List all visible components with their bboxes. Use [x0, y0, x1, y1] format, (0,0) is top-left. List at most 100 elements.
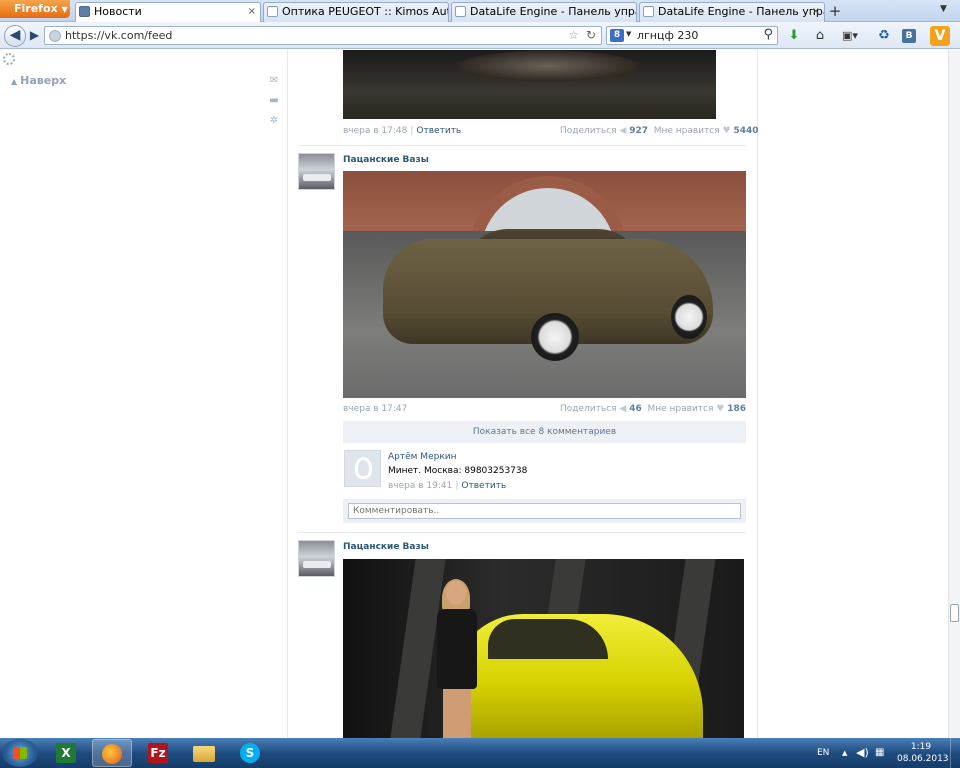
explorer-taskbar-button[interactable] [184, 739, 224, 767]
skype-icon: S [240, 743, 260, 763]
close-icon[interactable]: × [812, 3, 820, 21]
tab-dle-1[interactable]: DataLife Engine - Панель управления [451, 2, 637, 22]
firefox-menu-button[interactable]: Firefox ▼ [0, 0, 70, 18]
like-label[interactable]: Мне нравится [647, 404, 713, 414]
close-icon[interactable]: × [248, 3, 256, 21]
comment-author[interactable]: Артём Меркин [388, 452, 456, 462]
comment-time[interactable]: вчера в 19:41 [388, 481, 452, 491]
addon-v-icon[interactable]: V [930, 26, 950, 46]
firefox-icon [102, 744, 122, 764]
like-label[interactable]: Мне нравится [654, 126, 720, 136]
new-tab-button[interactable]: + [826, 3, 844, 21]
addon-icon[interactable]: ♻ [876, 28, 892, 44]
search-input[interactable]: лгнцф 230 [637, 29, 698, 42]
filezilla-taskbar-button[interactable]: Fz [138, 739, 178, 767]
clock[interactable]: 1:19 08.06.2013 [897, 741, 949, 765]
site-identity-icon[interactable] [49, 30, 61, 42]
car-shape [453, 50, 643, 82]
firefox-taskbar-button[interactable] [92, 739, 132, 767]
post-divider [298, 532, 746, 533]
post-author[interactable]: Пацанские Вазы [343, 155, 429, 165]
tab-strip: Firefox ▼ Новости × Оптика PEUGEOT :: Kim… [0, 0, 960, 23]
megaphone-icon[interactable]: ◀ [619, 404, 626, 414]
mail-icon[interactable]: ✉ [269, 76, 279, 86]
folder-icon [193, 746, 215, 762]
home-icon[interactable]: ⌂ [812, 28, 828, 44]
tab-peugeot[interactable]: Оптика PEUGEOT :: Kimos AutoTuning [263, 2, 449, 22]
clock-date: 08.06.2013 [897, 754, 949, 764]
back-arrow-icon[interactable]: ◀ [4, 25, 26, 47]
search-icon[interactable]: ⚲ [763, 27, 773, 42]
comment-input[interactable] [348, 503, 741, 519]
avatar[interactable] [298, 540, 335, 577]
chevron-down-icon[interactable]: ▼ [626, 30, 631, 38]
megaphone-icon[interactable]: ◀ [619, 126, 626, 136]
tab-news[interactable]: Новости × [75, 2, 261, 23]
heart-icon[interactable]: ♥ [716, 404, 724, 414]
like-count[interactable]: 5440 [734, 126, 759, 136]
language-indicator[interactable]: EN [817, 738, 829, 768]
tab-title: Оптика PEUGEOT :: Kimos AutoTuning [282, 5, 448, 18]
comment-icon[interactable]: ▬ [269, 96, 279, 106]
reply-link[interactable]: Ответить [416, 126, 461, 136]
share-label[interactable]: Поделиться [560, 404, 617, 414]
url-text[interactable]: https://vk.com/feed [65, 29, 172, 42]
network-icon[interactable]: ▦ [875, 738, 884, 768]
page-viewport: ▲ Наверх ✉ ▬ ✲ вчера в 17:48 | Ответить Под… [0, 50, 960, 738]
post-photo[interactable] [343, 171, 746, 398]
post-author[interactable]: Пацанские Вазы [343, 542, 429, 552]
post-photo[interactable] [343, 50, 716, 119]
comment-meta: вчера в 19:41 | Ответить [388, 481, 507, 491]
person-head [446, 581, 466, 605]
download-icon[interactable]: ⬇ [786, 28, 802, 44]
comment-text: Минет. Москва: 89803253738 [388, 466, 528, 476]
url-bar[interactable]: https://vk.com/feed ☆ ↻ [44, 26, 602, 45]
like-count[interactable]: 186 [727, 404, 746, 414]
avatar-car-lamp [303, 174, 331, 181]
share-count[interactable]: 927 [629, 126, 648, 136]
volume-icon[interactable]: ◀) [856, 738, 869, 768]
post-photo[interactable] [343, 559, 744, 738]
vk-addon-icon[interactable]: B [902, 29, 916, 43]
post-divider [298, 145, 746, 146]
bookmark-star-icon[interactable]: ☆ [568, 28, 579, 42]
post-actions: Поделиться ◀ 46 Мне нравится ♥ 186 [560, 404, 746, 414]
excel-taskbar-button[interactable]: X [46, 739, 86, 767]
car-windshield [488, 619, 608, 659]
forward-arrow-icon[interactable]: ▶ [27, 28, 42, 44]
scroll-up-label: Наверх [20, 74, 67, 87]
reply-link[interactable]: Ответить [461, 481, 506, 491]
avatar-car-lamp [303, 561, 331, 568]
tab-dle-2[interactable]: DataLife Engine - Панель управления × [639, 2, 825, 22]
list-tabs-icon[interactable]: ▼ [940, 4, 947, 14]
post-time[interactable]: вчера в 17:48 [343, 126, 407, 136]
heart-icon[interactable]: ♥ [723, 126, 731, 136]
show-all-comments-button[interactable]: Показать все 8 комментариев [343, 421, 746, 443]
skype-taskbar-button[interactable]: S [230, 739, 270, 767]
car-wheel [531, 313, 579, 361]
tab-title: DataLife Engine - Панель управления [470, 5, 636, 18]
tray-expand-icon[interactable]: ▲ [842, 738, 847, 768]
reload-icon[interactable]: ↻ [586, 28, 596, 42]
show-desktop-button[interactable] [950, 738, 960, 768]
search-engine-icon[interactable]: 8 [610, 29, 624, 42]
post-meta: вчера в 17:48 | Ответить [343, 126, 462, 136]
start-button[interactable] [2, 739, 38, 767]
share-label[interactable]: Поделиться [560, 126, 617, 136]
vertical-scrollbar[interactable] [948, 50, 960, 738]
comment-form [343, 499, 746, 523]
excel-icon: X [56, 743, 76, 763]
chevron-down-icon: ▼ [61, 5, 68, 14]
gear-icon[interactable]: ✲ [269, 116, 279, 126]
share-count[interactable]: 46 [629, 404, 642, 414]
scroll-up-link[interactable]: ▲ Наверх [11, 74, 66, 87]
search-bar[interactable]: 8 ▼ лгнцф 230 ⚲ [606, 26, 778, 45]
bookmarks-menu-icon[interactable]: ▣▾ [839, 28, 861, 44]
post-time[interactable]: вчера в 17:47 [343, 404, 407, 414]
windows-logo-icon [13, 747, 27, 759]
page-favicon-icon [643, 6, 654, 17]
tab-title: DataLife Engine - Панель управления [658, 5, 824, 18]
avatar[interactable] [298, 153, 335, 190]
scrollbar-thumb[interactable] [950, 604, 959, 622]
avatar[interactable] [344, 450, 381, 487]
